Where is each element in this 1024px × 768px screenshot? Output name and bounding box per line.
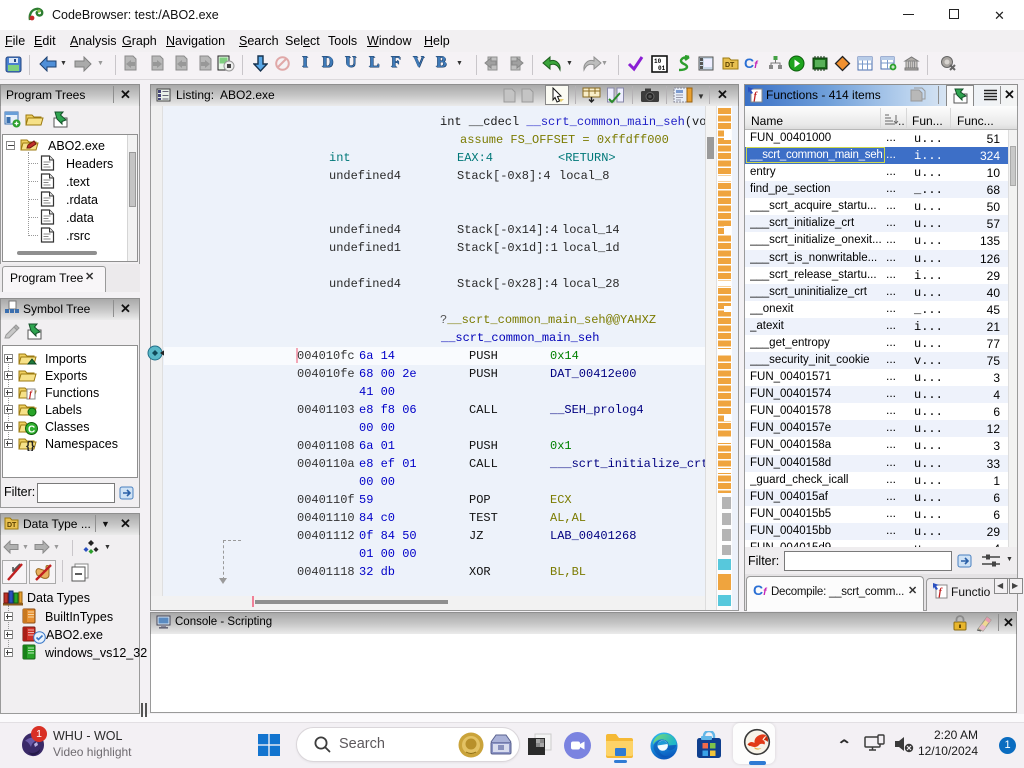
svg-text:01: 01: [658, 65, 666, 72]
svg-text:C: C: [28, 425, 35, 436]
svg-text:DT: DT: [725, 62, 735, 69]
svg-text:DT: DT: [7, 522, 17, 529]
svg-text:10: 10: [654, 58, 662, 65]
svg-text:{}: {}: [26, 440, 35, 451]
